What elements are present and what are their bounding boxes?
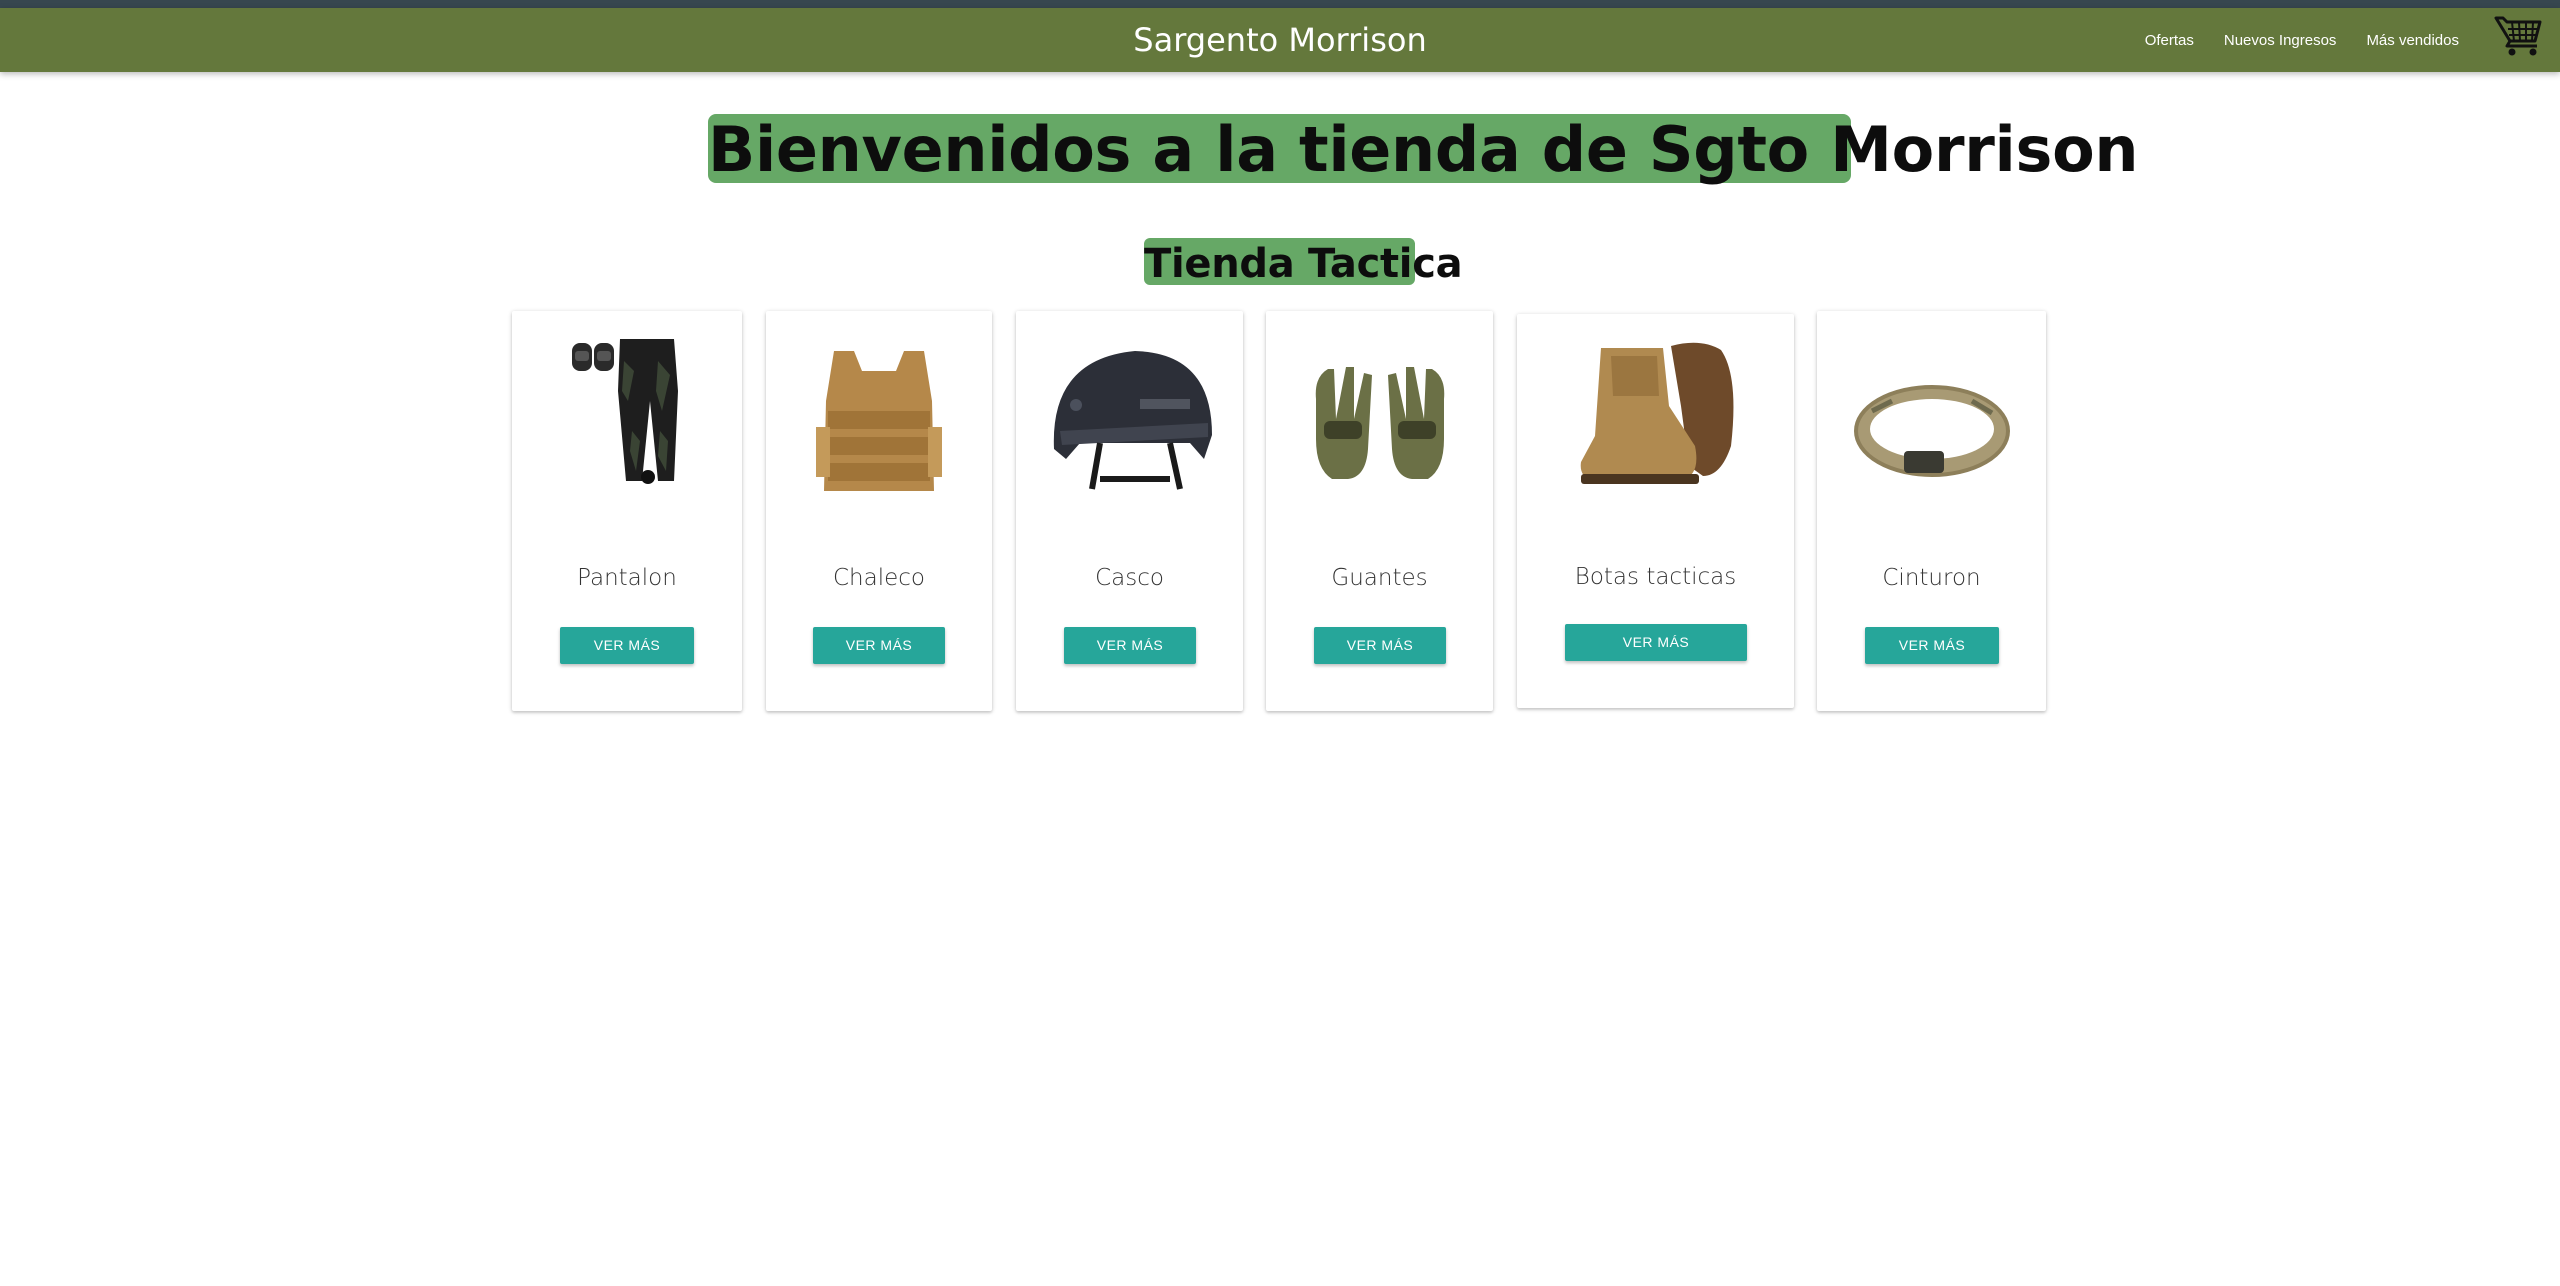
top-strip bbox=[0, 0, 2560, 8]
vest-image bbox=[766, 341, 992, 501]
nav-link-nuevos-ingresos[interactable]: Nuevos Ingresos bbox=[2209, 32, 2352, 49]
boots-image bbox=[1517, 336, 1794, 496]
nav-link-ofertas[interactable]: Ofertas bbox=[2130, 32, 2209, 49]
navbar: Sargento Morrison Ofertas Nuevos Ingreso… bbox=[0, 8, 2560, 72]
product-title: Chaleco bbox=[833, 565, 925, 591]
pants-image bbox=[512, 331, 742, 491]
ver-mas-button[interactable]: VER MÁS bbox=[560, 627, 694, 664]
belt-image bbox=[1817, 371, 2046, 491]
product-card-chaleco: Chaleco VER MÁS bbox=[766, 311, 992, 711]
product-card-botas-tacticas: Botas tacticas VER MÁS bbox=[1517, 314, 1794, 708]
product-title: Cinturon bbox=[1882, 565, 1981, 591]
ver-mas-button[interactable]: VER MÁS bbox=[1064, 627, 1196, 664]
nav-link-mas-vendidos[interactable]: Más vendidos bbox=[2351, 32, 2474, 49]
brand-logo-text[interactable]: Sargento Morrison bbox=[1133, 21, 1426, 59]
ver-mas-button[interactable]: VER MÁS bbox=[1865, 627, 1999, 664]
ver-mas-button[interactable]: VER MÁS bbox=[813, 627, 945, 664]
store-subtitle: Tienda Tactica bbox=[1144, 238, 1463, 287]
product-title: Casco bbox=[1095, 565, 1164, 591]
product-title: Pantalon bbox=[577, 565, 677, 591]
welcome-title: Bienvenidos a la tienda de Sgto Morrison bbox=[708, 113, 2139, 186]
helmet-image bbox=[1016, 339, 1243, 509]
product-title: Botas tacticas bbox=[1574, 564, 1737, 590]
product-card-casco: Casco VER MÁS bbox=[1016, 311, 1243, 711]
nav-links: Ofertas Nuevos Ingresos Más vendidos bbox=[2130, 8, 2474, 72]
product-title: Guantes bbox=[1331, 565, 1428, 591]
product-card-cinturon: Cinturon VER MÁS bbox=[1817, 311, 2046, 711]
shopping-cart-icon[interactable] bbox=[2494, 12, 2544, 58]
product-card-pantalon: Pantalon VER MÁS bbox=[512, 311, 742, 711]
ver-mas-button[interactable]: VER MÁS bbox=[1314, 627, 1446, 664]
product-card-guantes: Guantes VER MÁS bbox=[1266, 311, 1493, 711]
ver-mas-button[interactable]: VER MÁS bbox=[1565, 624, 1747, 661]
gloves-image bbox=[1266, 359, 1493, 489]
